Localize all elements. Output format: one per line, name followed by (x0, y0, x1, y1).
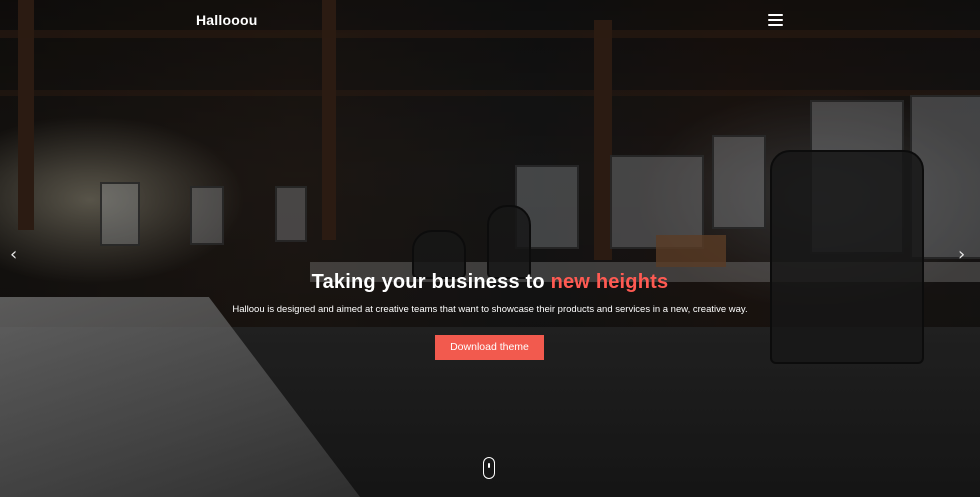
chevron-left-icon[interactable]: ‹ (10, 246, 17, 264)
mouse-scroll-icon[interactable] (483, 457, 495, 479)
hamburger-menu-icon[interactable] (768, 14, 783, 27)
hero-title: Taking your business to new heights (0, 271, 980, 294)
hero-section: Hallooou ‹ › Taking your business to new… (0, 0, 980, 497)
hero-subtitle: Halloou is designed and aimed at creativ… (232, 304, 748, 315)
hero-title-accent: new heights (550, 271, 669, 293)
background-office-photo (0, 0, 980, 497)
brand-logo[interactable]: Hallooou (196, 12, 257, 28)
hero-title-main: Taking your business to (311, 271, 551, 293)
download-theme-button[interactable]: Download theme (435, 335, 544, 360)
chevron-right-icon[interactable]: › (958, 246, 965, 264)
